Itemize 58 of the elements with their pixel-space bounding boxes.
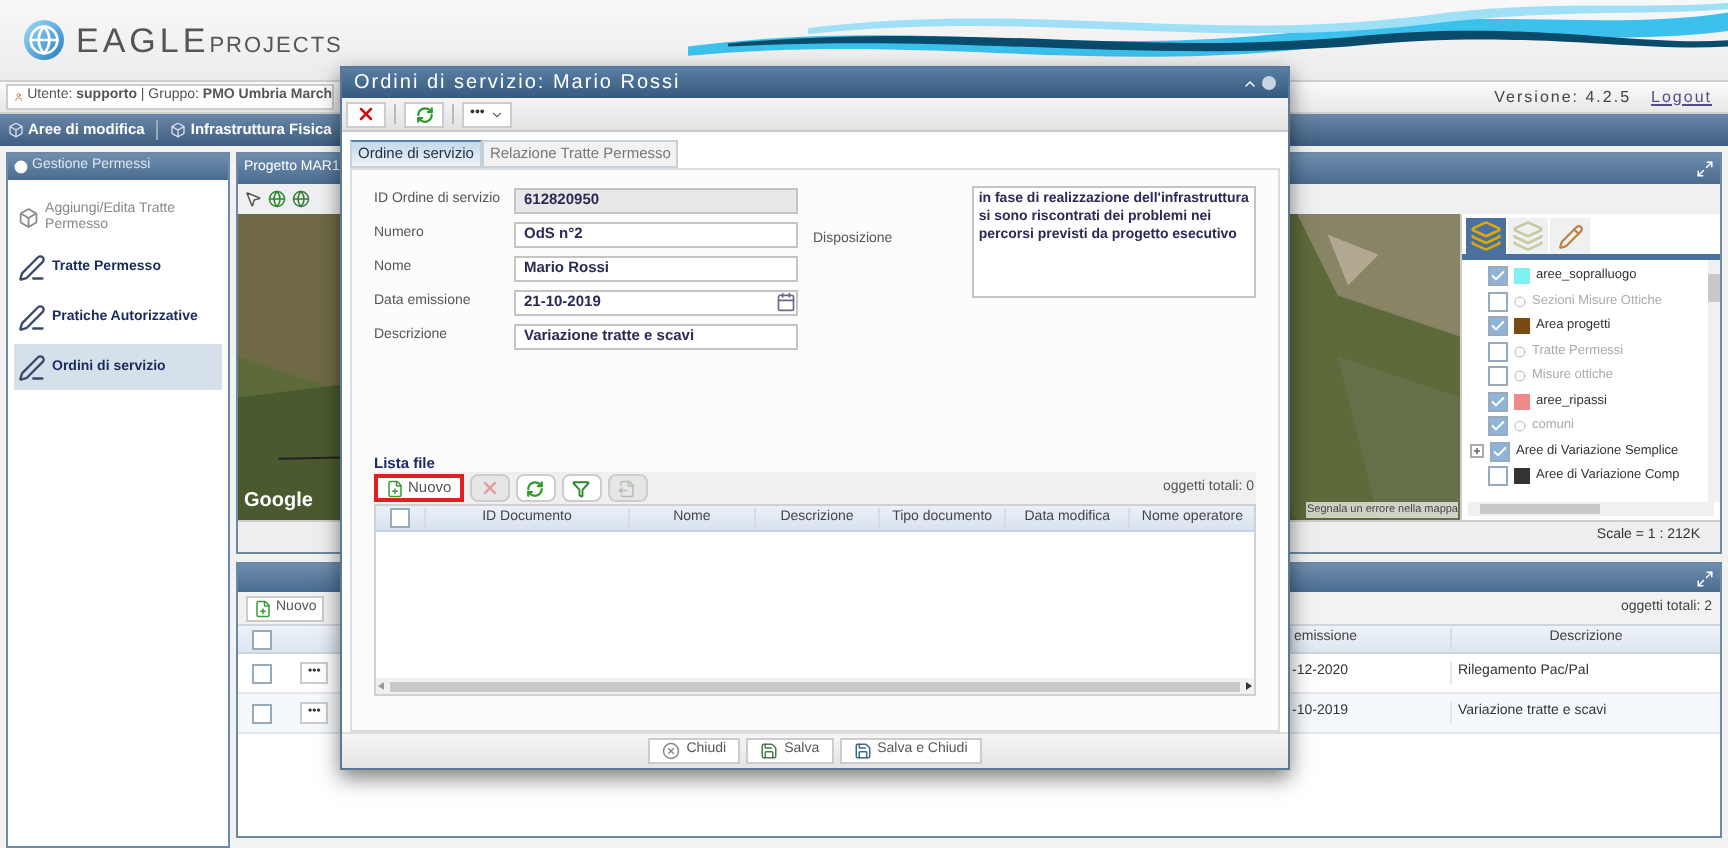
globe-icon[interactable] [268,190,286,208]
version-label: Versione: 4.2.5 [1494,85,1632,109]
delete-button[interactable] [346,101,386,127]
cube-icon [18,205,40,229]
select-all-checkbox[interactable] [389,508,410,528]
delete-icon [479,478,500,498]
dialog-title: Ordini di servizio: Mario Rossi [354,73,681,93]
right-arrow-icon[interactable] [1246,682,1252,690]
save-icon [760,742,779,760]
save-icon [853,742,872,760]
layer-tab[interactable] [1508,218,1548,254]
refresh-button[interactable] [404,101,444,127]
map-attribution: Google [244,488,313,516]
caret-icon [490,107,505,121]
close-icon [662,742,681,760]
layer-checkbox[interactable] [1490,441,1510,462]
cube-icon [170,122,187,138]
logo-text: EAGLE PROJECTS [76,23,343,57]
layer-tab[interactable] [1550,218,1590,254]
select-all-checkbox[interactable] [252,629,272,649]
refresh-icon [415,105,433,123]
layer-checkbox[interactable] [1488,391,1508,412]
close-icon[interactable] [1262,76,1276,90]
filter-button[interactable] [561,474,602,502]
row-checkbox[interactable] [252,703,272,723]
logout-link[interactable]: Logout [1651,85,1712,109]
layers-icon [1512,220,1544,252]
maximize-icon[interactable] [1696,569,1714,587]
refresh-icon [526,479,545,497]
delete-icon [356,104,376,124]
export-icon [618,479,637,497]
maximize-icon[interactable] [1696,160,1714,178]
pencil-icon [1557,223,1583,249]
layers-icon [1470,220,1502,252]
layer-checkbox[interactable] [1488,316,1508,337]
globe-icon [24,20,64,60]
horizontal-scrollbar[interactable] [376,678,1254,694]
panel-icon [14,160,28,174]
filter-icon [572,479,591,497]
layer-tab[interactable] [1466,218,1506,254]
layer-checkbox[interactable] [1488,266,1508,287]
expand-icon[interactable] [1470,444,1484,459]
left-arrow-icon[interactable] [378,682,384,690]
layer-checkbox[interactable] [1488,466,1508,487]
globe-icon[interactable] [292,190,310,208]
calendar-icon[interactable] [776,292,796,312]
row-checkbox[interactable] [252,663,272,683]
edit-form-icon [18,303,46,331]
add-file-icon [386,479,404,497]
user-icon [14,88,24,106]
edit-form-icon [18,353,46,381]
add-file-icon [254,599,272,617]
edit-form-icon [18,253,46,281]
horizontal-scrollbar[interactable] [1468,502,1714,516]
pointer-icon[interactable] [244,190,262,208]
vertical-scrollbar[interactable] [1708,260,1720,502]
refresh-button[interactable] [515,474,556,502]
cube-icon [8,122,24,138]
